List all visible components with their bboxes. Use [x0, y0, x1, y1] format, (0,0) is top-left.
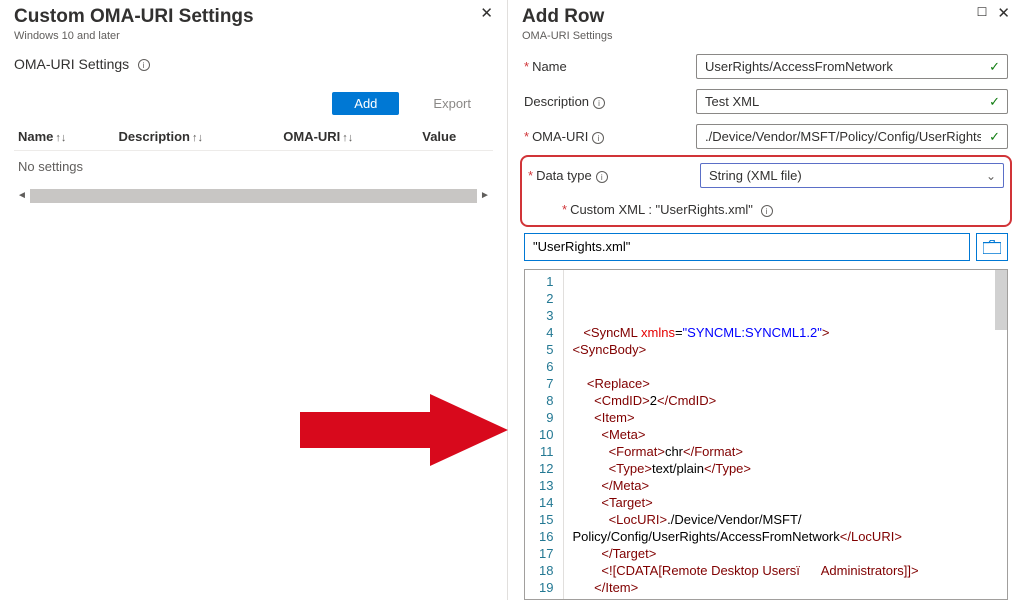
info-icon[interactable]: [138, 59, 150, 71]
settings-table: Name↑↓ Description↑↓ OMA-URI↑↓ Value No …: [14, 123, 493, 182]
col-value[interactable]: Value: [418, 123, 493, 151]
info-icon[interactable]: [593, 97, 605, 109]
xml-code-viewer[interactable]: 1234567891011121314151617181920 <SyncML …: [524, 269, 1008, 600]
browse-file-button[interactable]: [976, 233, 1008, 261]
empty-message: No settings: [14, 151, 493, 183]
right-pane-subtitle: OMA-URI Settings: [522, 30, 612, 42]
horizontal-scrollbar[interactable]: ◄ ►: [14, 188, 493, 204]
export-button[interactable]: Export: [411, 92, 493, 115]
col-description[interactable]: Description↑↓: [114, 123, 279, 151]
info-icon[interactable]: [592, 132, 604, 144]
info-icon[interactable]: [761, 205, 773, 217]
sort-icon[interactable]: ↑↓: [192, 132, 203, 144]
scroll-track[interactable]: [30, 189, 477, 203]
data-type-select[interactable]: String (XML file): [700, 163, 1004, 188]
add-button[interactable]: Add: [332, 92, 399, 115]
line-number-gutter: 1234567891011121314151617181920: [525, 270, 564, 599]
right-pane-title: Add Row: [522, 6, 612, 28]
description-label: Description: [524, 94, 696, 109]
oma-uri-label: *OMA-URI: [524, 129, 696, 144]
scroll-left-icon[interactable]: ◄: [14, 188, 30, 204]
add-row-pane: Add Row OMA-URI Settings ☐ ✕ *Name ✓ Des…: [508, 0, 1024, 600]
oma-uri-field[interactable]: [696, 124, 1008, 149]
left-pane-title: Custom OMA-URI Settings: [14, 6, 254, 28]
col-name[interactable]: Name↑↓: [14, 123, 114, 151]
info-icon[interactable]: [596, 171, 608, 183]
col-oma-uri[interactable]: OMA-URI↑↓: [279, 123, 418, 151]
file-path-field[interactable]: [524, 233, 970, 261]
sort-icon[interactable]: ↑↓: [342, 132, 353, 144]
close-icon[interactable]: ✕: [480, 6, 493, 21]
close-icon[interactable]: ✕: [997, 6, 1010, 21]
data-type-highlight: *Data type String (XML file) ⌄ *Custom X…: [520, 155, 1012, 227]
name-label: *Name: [524, 59, 696, 74]
section-title: OMA-URI Settings: [14, 56, 129, 72]
sort-icon[interactable]: ↑↓: [55, 132, 66, 144]
code-content[interactable]: <SyncML xmlns="SYNCML:SYNCML1.2"><SyncBo…: [564, 270, 1007, 599]
maximize-icon[interactable]: ☐: [977, 6, 988, 21]
data-type-label: *Data type: [528, 168, 700, 183]
description-field[interactable]: [696, 89, 1008, 114]
scroll-right-icon[interactable]: ►: [477, 188, 493, 204]
folder-icon: [983, 240, 1001, 254]
scrollbar-thumb[interactable]: [995, 270, 1007, 330]
table-row-empty: No settings: [14, 151, 493, 183]
custom-xml-line: *Custom XML : "UserRights.xml": [528, 198, 1004, 223]
left-pane-subtitle: Windows 10 and later: [14, 30, 254, 42]
name-field[interactable]: [696, 54, 1008, 79]
custom-oma-settings-pane: Custom OMA-URI Settings Windows 10 and l…: [0, 0, 508, 600]
section-heading: OMA-URI Settings: [14, 56, 493, 74]
